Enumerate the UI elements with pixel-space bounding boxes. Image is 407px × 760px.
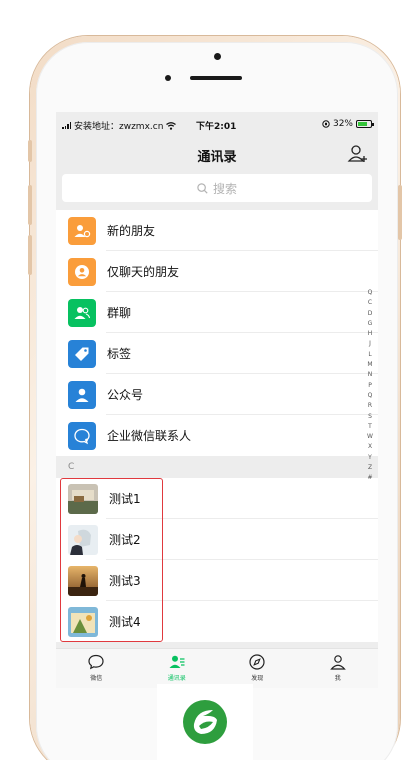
contact-avatar: [68, 565, 98, 596]
status-right: 32%: [322, 119, 374, 129]
contact-row[interactable]: 测试4: [56, 601, 378, 642]
official-account-icon: [68, 380, 96, 409]
contact-name: 测试1: [109, 492, 141, 506]
index-letter[interactable]: D: [368, 309, 373, 319]
index-letter[interactable]: Q: [368, 288, 373, 298]
index-letter[interactable]: W: [367, 432, 373, 442]
orientation-lock-icon: [322, 120, 330, 128]
compass-icon: [249, 654, 265, 670]
chat-bubble-icon: [88, 654, 104, 670]
status-bar: 安装地址：zwzmx.cn 下午2:01 32%: [56, 112, 378, 134]
leaf-logo-icon: [183, 700, 227, 744]
person-icon: [329, 655, 346, 670]
group-chat-icon: [68, 298, 96, 327]
tag-icon: [68, 339, 96, 368]
menu-tags[interactable]: 标签: [56, 333, 378, 374]
index-letter[interactable]: P: [368, 381, 372, 391]
tab-label: 微信: [90, 675, 103, 682]
tab-discover[interactable]: 发现: [217, 649, 298, 688]
menu-enterprise-contacts[interactable]: 企业微信联系人: [56, 415, 378, 456]
section-header: C: [56, 456, 378, 478]
power-button: [398, 185, 402, 240]
menu-label: 标签: [107, 347, 132, 361]
index-letter[interactable]: T: [368, 422, 372, 432]
add-contact-icon[interactable]: [346, 142, 370, 166]
volume-up-button: [28, 185, 32, 225]
search-icon: [197, 182, 208, 194]
front-camera: [214, 53, 221, 60]
menu-group-chats[interactable]: 群聊: [56, 292, 378, 333]
clock-time: 下午2:01: [196, 122, 237, 132]
alphabet-index[interactable]: Q C D G H J L M N P Q R S T W X Y Z #: [366, 288, 374, 484]
menu-label: 仅聊天的朋友: [107, 265, 180, 279]
tab-contacts[interactable]: 通讯录: [137, 649, 218, 688]
nav-bar: 通讯录: [56, 136, 378, 172]
contacts-icon: [169, 655, 185, 668]
contact-name: 测试4: [109, 615, 141, 629]
index-letter[interactable]: L: [368, 350, 371, 360]
tab-me[interactable]: 我: [298, 649, 379, 688]
app-screen: 安装地址：zwzmx.cn 下午2:01 32% 通讯录 搜索 新的朋友 仅聊天…: [56, 112, 378, 688]
index-letter[interactable]: Z: [368, 463, 372, 473]
earpiece-speaker: [190, 76, 242, 80]
menu-label: 企业微信联系人: [107, 429, 192, 443]
menu-label: 公众号: [107, 388, 144, 402]
signal-icon: [62, 122, 71, 129]
contact-name: 测试2: [109, 533, 141, 547]
menu-official-accounts[interactable]: 公众号: [56, 374, 378, 415]
battery-percent: 32%: [332, 119, 353, 129]
wifi-icon: [166, 121, 177, 130]
contact-row[interactable]: 测试3: [56, 560, 378, 601]
index-letter[interactable]: H: [368, 329, 373, 339]
add-friend-icon: [68, 216, 96, 245]
menu-label: 新的朋友: [107, 224, 156, 238]
contact-row[interactable]: 测试2: [56, 519, 378, 560]
proximity-sensor: [165, 75, 171, 81]
battery-icon: [356, 120, 374, 128]
index-letter[interactable]: N: [368, 370, 373, 380]
tab-label: 我: [334, 675, 341, 682]
status-left: 安装地址：zwzmx.cn: [62, 119, 177, 132]
contact-list: 测试1 测试2 测试3 测试4: [56, 478, 378, 642]
function-list: 新的朋友 仅聊天的朋友 群聊 标签 公众号 企业微信联系人: [56, 210, 378, 456]
contact-avatar: [68, 524, 98, 555]
page-title: 通讯录: [197, 150, 237, 165]
contact-row[interactable]: 测试1: [56, 478, 378, 519]
carrier-text: 安装地址：zwzmx.cn: [74, 122, 164, 132]
tab-chats[interactable]: 微信: [56, 649, 137, 688]
mute-switch: [28, 140, 32, 162]
volume-down-button: [28, 235, 32, 275]
menu-new-friends[interactable]: 新的朋友: [56, 210, 378, 251]
index-letter[interactable]: C: [368, 298, 372, 308]
index-letter[interactable]: R: [368, 401, 372, 411]
index-letter[interactable]: Y: [368, 453, 372, 463]
tab-bar: 微信 通讯录 发现 我: [56, 648, 378, 688]
index-letter[interactable]: #: [367, 473, 372, 483]
index-letter[interactable]: Q: [368, 391, 373, 401]
index-letter[interactable]: J: [369, 339, 371, 349]
chat-only-friend-icon: [68, 257, 96, 286]
index-letter[interactable]: S: [368, 412, 372, 422]
tab-label: 通讯录: [167, 675, 186, 682]
menu-chat-only-friends[interactable]: 仅聊天的朋友: [56, 251, 378, 292]
contact-avatar: [68, 606, 98, 637]
search-placeholder: 搜索: [212, 181, 237, 196]
index-letter[interactable]: X: [368, 442, 372, 452]
index-letter[interactable]: G: [368, 319, 373, 329]
search-bar[interactable]: 搜索: [62, 174, 372, 202]
menu-label: 群聊: [107, 306, 132, 320]
enterprise-contact-icon: [68, 421, 96, 450]
index-letter[interactable]: M: [367, 360, 372, 370]
tab-label: 发现: [251, 675, 264, 682]
watermark-logo: [157, 684, 253, 760]
contact-name: 测试3: [109, 574, 141, 588]
contact-avatar: [68, 483, 98, 514]
